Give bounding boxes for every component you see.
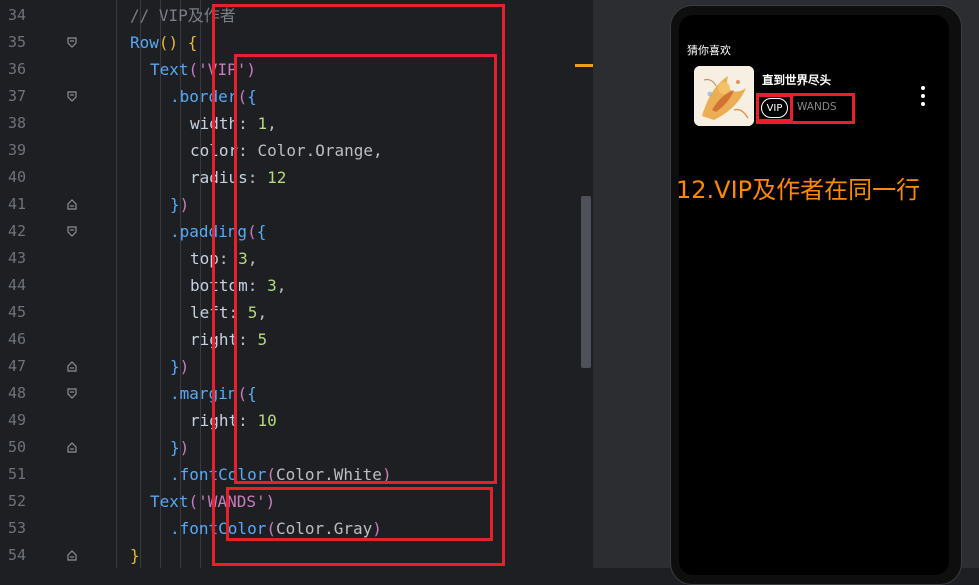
line-number: 42	[7, 222, 26, 240]
fold-close-icon[interactable]	[65, 353, 79, 380]
line-number: 37	[7, 87, 26, 105]
fold-open-icon[interactable]	[65, 380, 79, 407]
line-number: 45	[7, 303, 26, 321]
song-title[interactable]: 直到世界尽头	[762, 72, 831, 88]
highlight-box-vip-text	[234, 54, 497, 484]
indent-guide	[116, 0, 117, 568]
line-number: 53	[7, 519, 26, 537]
line-number: 49	[7, 411, 26, 429]
line-number: 52	[7, 492, 26, 510]
editor-scrollbar[interactable]	[581, 196, 591, 368]
album-cover-image[interactable]	[694, 66, 754, 126]
highlight-box-wands-text	[226, 487, 493, 541]
indent-guide	[160, 0, 161, 568]
code-token: Text	[150, 60, 189, 79]
code-token: }	[170, 195, 180, 214]
code-token: (	[188, 60, 199, 79]
line-number: 44	[7, 276, 26, 294]
line-number: 50	[7, 438, 26, 456]
code-token: }	[170, 438, 180, 457]
code-token: }	[170, 357, 180, 376]
line-number: 34	[7, 6, 26, 24]
code-line[interactable]: })	[170, 191, 189, 218]
line-number: 36	[7, 60, 26, 78]
section-title: 猜你喜欢	[687, 44, 731, 57]
change-marker	[575, 64, 593, 67]
fold-open-icon[interactable]	[65, 218, 79, 245]
code-editor[interactable]: 34 35 36 37 38 39 40 41 42 43 44 45 46 47 48 49 50 51 52 53…	[0, 0, 593, 568]
fold-close-icon[interactable]	[65, 542, 79, 569]
code-line[interactable]: }	[130, 542, 140, 569]
highlight-box-preview-vip	[756, 94, 793, 122]
code-token: )	[179, 438, 190, 457]
line-number: 39	[7, 141, 26, 159]
code-line[interactable]: })	[170, 434, 189, 461]
code-token: )	[179, 357, 190, 376]
line-number: 40	[7, 168, 26, 186]
line-number: 43	[7, 249, 26, 267]
fold-open-icon[interactable]	[65, 83, 79, 110]
line-number-gutter: 34 35 36 37 38 39 40 41 42 43 44 45 46 47 48 49 50 51 52 53…	[0, 0, 90, 568]
line-number: 41	[7, 195, 26, 213]
line-number: 38	[7, 114, 26, 132]
code-token: ()	[158, 33, 179, 52]
annotation-label: 12.VIP及作者在同一行	[676, 176, 921, 204]
fold-open-icon[interactable]	[65, 29, 79, 56]
line-number: 46	[7, 330, 26, 348]
fold-close-icon[interactable]	[65, 434, 79, 461]
line-number: 51	[7, 465, 26, 483]
code-line[interactable]: Row() {	[130, 29, 197, 56]
code-token: Row	[130, 33, 159, 52]
line-number: 35	[7, 33, 26, 51]
code-token: (	[188, 492, 199, 511]
code-token: {	[178, 33, 198, 52]
fold-close-icon[interactable]	[65, 191, 79, 218]
line-number: 48	[7, 384, 26, 402]
more-options-icon[interactable]	[916, 84, 930, 108]
indent-guide	[140, 0, 141, 568]
code-token: }	[130, 546, 140, 565]
code-token: Text	[150, 492, 189, 511]
line-number: 47	[7, 357, 26, 375]
code-line[interactable]: })	[170, 353, 189, 380]
code-token: )	[179, 195, 190, 214]
line-number: 54	[7, 546, 26, 564]
